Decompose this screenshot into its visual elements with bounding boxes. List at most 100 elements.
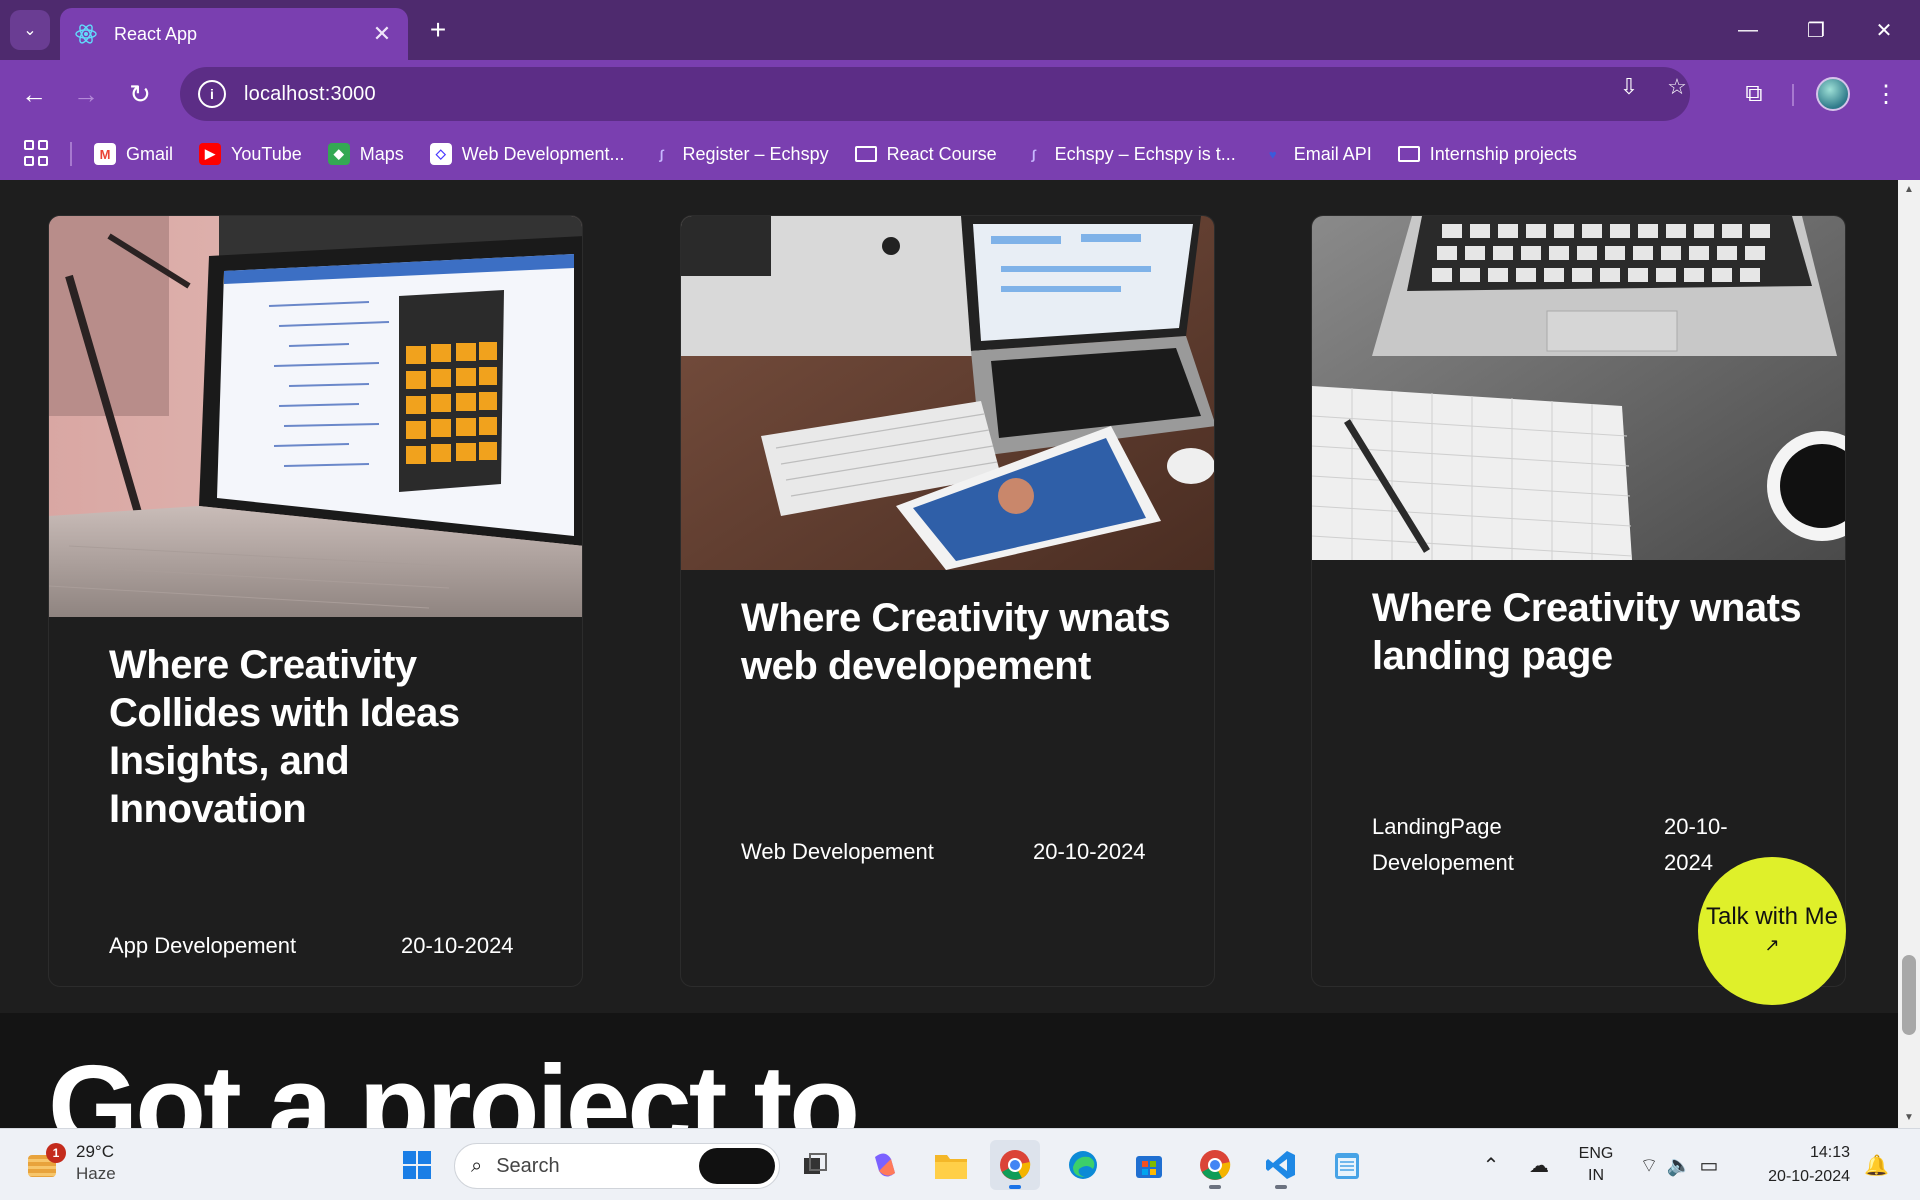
bookmark-label: React Course <box>886 143 997 164</box>
cta-section: Got a project to <box>0 1013 1898 1128</box>
blog-card[interactable]: Where Creativity wnats web developement … <box>680 215 1215 987</box>
task-view-icon <box>804 1153 827 1174</box>
extensions-icon[interactable]: ⧉ <box>1734 74 1774 114</box>
system-tray: ⌃ ☁ ENG IN ⌔ 🔈 ▭ 14:13 20-10-2024 🔔 <box>1476 1129 1889 1200</box>
card-image-desk-devices <box>681 216 1214 570</box>
chrome-taskbar-button[interactable] <box>990 1140 1040 1190</box>
chrome-profile-button[interactable] <box>1190 1140 1240 1190</box>
vscode-icon <box>1266 1151 1295 1179</box>
scrollbar-thumb[interactable] <box>1902 955 1916 1035</box>
card-image-laptop-notebook <box>1312 216 1845 560</box>
bookmark-register-echspy[interactable]: ∫ Register – Echspy <box>651 143 829 165</box>
tab-react-app[interactable]: React App ✕ <box>60 8 408 60</box>
notepad-icon <box>1335 1153 1359 1179</box>
youtube-icon: ▶ <box>199 143 222 165</box>
search-icon: ⌕ <box>471 1154 483 1177</box>
bookmark-label: Gmail <box>126 143 174 164</box>
page-content: Where Creativity Collides with Ideas Ins… <box>0 180 1898 1128</box>
notification-bell-icon[interactable]: 🔔 <box>1864 1153 1889 1178</box>
apps-grid-icon[interactable] <box>24 140 52 168</box>
wifi-icon[interactable]: ⌔ <box>1634 1153 1664 1178</box>
site-info-icon[interactable]: i <box>198 80 226 108</box>
folder-icon <box>1397 146 1420 162</box>
card-date: 20-10-2024 <box>401 933 514 958</box>
card-category: Web Developement <box>741 839 934 864</box>
vscode-button[interactable] <box>1256 1140 1306 1190</box>
card-title: Where Creativity wnats web developement <box>741 596 1171 688</box>
bookmark-star-icon[interactable]: ☆ <box>1662 72 1692 102</box>
store-icon <box>1136 1156 1162 1178</box>
start-button[interactable] <box>392 1140 442 1190</box>
scroll-up-icon[interactable]: ▲ <box>1898 180 1920 200</box>
bookmark-label: Email API <box>1293 143 1372 164</box>
bookmark-email-api[interactable]: ♥ Email API <box>1262 143 1372 165</box>
task-view-button[interactable] <box>790 1140 840 1190</box>
forward-button[interactable]: → <box>66 74 106 114</box>
bookmark-internship-projects[interactable]: Internship projects <box>1397 143 1577 165</box>
onedrive-icon[interactable]: ☁ <box>1524 1153 1554 1178</box>
new-tab-button[interactable]: + <box>420 12 456 48</box>
clock-date: 20-10-2024 <box>1768 1168 1850 1185</box>
card-date: 20-10-2024 <box>1033 839 1146 864</box>
copilot-icon <box>875 1153 895 1177</box>
card-title: Where Creativity Collides with Ideas Ins… <box>109 643 460 831</box>
tab-search-button[interactable]: ⌄ <box>10 10 50 50</box>
bookmark-react-course[interactable]: React Course <box>854 143 997 165</box>
card-category: App Developement <box>109 933 297 958</box>
file-explorer-button[interactable] <box>926 1140 976 1190</box>
language-code: ENG <box>1578 1145 1614 1162</box>
blog-card[interactable]: Where Creativity Collides with Ideas Ins… <box>48 215 583 987</box>
copilot-button[interactable] <box>860 1140 910 1190</box>
close-tab-icon[interactable]: ✕ <box>370 21 394 47</box>
scroll-down-icon[interactable]: ▼ <box>1898 1108 1920 1128</box>
minimize-button[interactable]: — <box>1724 10 1772 50</box>
card-title: Where Creativity wnats landing page <box>1372 586 1802 678</box>
bookmark-label: Echspy – Echspy is t... <box>1054 143 1236 164</box>
edge-button[interactable] <box>1058 1140 1108 1190</box>
screen: ⌄ React App ✕ + — ❐ ✕ ← → ↻ i localhost:… <box>0 0 1920 1200</box>
weather-description: Haze <box>76 1164 116 1183</box>
search-placeholder: Search <box>496 1154 560 1177</box>
battery-icon[interactable]: ▭ <box>1694 1153 1724 1178</box>
install-app-icon[interactable]: ⇩ <box>1614 72 1644 102</box>
tab-title: React App <box>114 23 198 44</box>
language-indicator[interactable]: ENG IN <box>1574 1143 1618 1187</box>
weather-widget[interactable]: 1 29°C Haze <box>24 1141 116 1185</box>
page-scrollbar[interactable]: ▲ ▼ <box>1898 180 1920 1128</box>
address-bar[interactable]: i localhost:3000 <box>180 67 1690 121</box>
bookmark-label: Register – Echspy <box>682 143 829 164</box>
tab-strip: ⌄ React App ✕ + — ❐ ✕ <box>0 0 1920 60</box>
talk-button-label: Talk with Me <box>1705 903 1839 930</box>
notepad-button[interactable] <box>1322 1140 1372 1190</box>
echspy-icon: ∫ <box>659 146 664 162</box>
volume-icon[interactable]: 🔈 <box>1664 1153 1694 1178</box>
windows-logo-icon <box>403 1151 431 1179</box>
cta-heading: Got a project to <box>48 1041 860 1128</box>
profile-avatar[interactable] <box>1816 77 1850 111</box>
talk-with-me-button[interactable]: Talk with Me ↗ <box>1698 857 1846 1005</box>
bookmarks-bar: M Gmail ▶ YouTube ◆ Maps ◇ Web Development..… <box>0 128 1920 180</box>
card-image-laptop-calculator <box>49 216 582 617</box>
bookmarks-divider <box>70 142 72 166</box>
bookmark-label: YouTube <box>231 143 302 164</box>
running-indicator <box>1275 1185 1287 1189</box>
windows-taskbar: 1 29°C Haze ⌕ Search ⌃ ☁ ENG IN ⌔ 🔈 ▭ 14… <box>0 1128 1920 1200</box>
taskbar-search[interactable]: ⌕ Search <box>454 1143 780 1189</box>
bookmark-gmail[interactable]: M Gmail <box>94 143 173 165</box>
microsoft-store-button[interactable] <box>1124 1140 1174 1190</box>
back-button[interactable]: ← <box>14 74 54 114</box>
web-dev-icon: ◇ <box>429 143 452 165</box>
chevron-up-icon[interactable]: ⌃ <box>1476 1153 1506 1178</box>
echspy-icon: ∫ <box>1031 146 1036 162</box>
bookmark-echspy[interactable]: ∫ Echspy – Echspy is t... <box>1023 143 1236 165</box>
bookmark-maps[interactable]: ◆ Maps <box>327 143 404 165</box>
folder-icon <box>854 146 877 162</box>
close-window-button[interactable]: ✕ <box>1860 10 1908 50</box>
bookmark-label: Internship projects <box>1429 143 1577 164</box>
clock[interactable]: 14:13 20-10-2024 <box>1750 1141 1850 1189</box>
restore-button[interactable]: ❐ <box>1792 10 1840 50</box>
reload-button[interactable]: ↻ <box>120 74 160 114</box>
menu-icon[interactable]: ⋮ <box>1866 74 1906 114</box>
bookmark-web-development[interactable]: ◇ Web Development... <box>429 143 625 165</box>
bookmark-youtube[interactable]: ▶ YouTube <box>199 143 302 165</box>
